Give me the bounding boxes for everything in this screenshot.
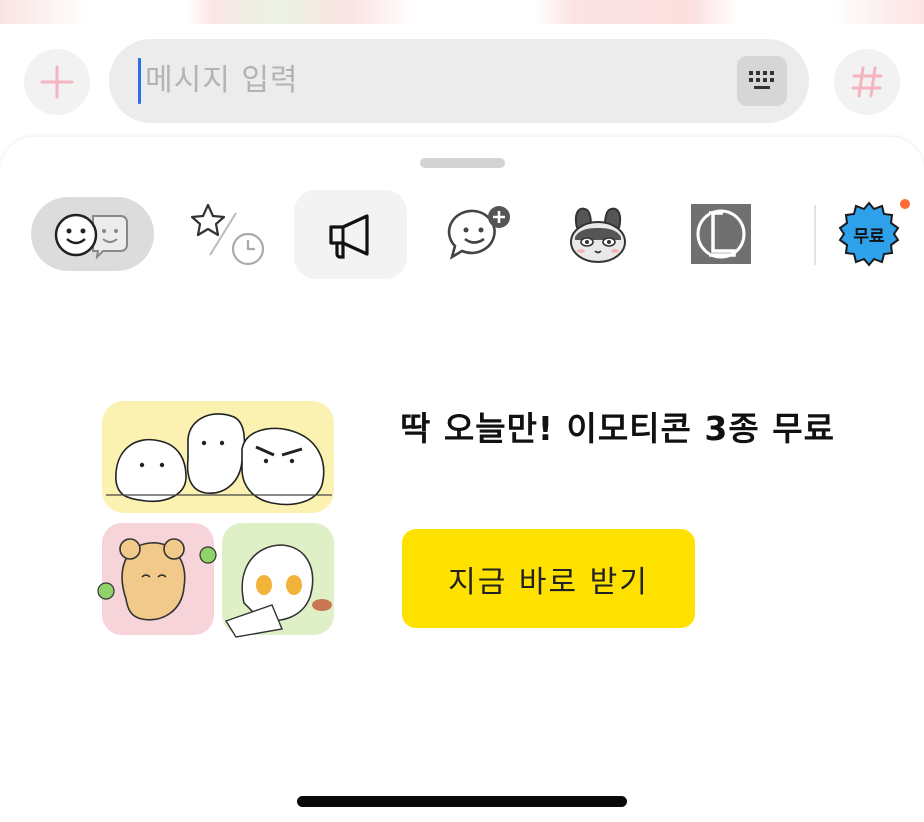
- bunny-character-icon: [570, 207, 626, 263]
- tab-emoticons[interactable]: [31, 197, 154, 271]
- attach-button[interactable]: [24, 49, 90, 115]
- get-now-button[interactable]: 지금 바로 받기: [402, 529, 695, 628]
- emoticon-panel: 무료 딱 오늘만! 이모티콘 3종 무료 지금 바로 받기: [0, 137, 924, 822]
- tab-free-emoticons[interactable]: 무료: [832, 197, 906, 271]
- message-input[interactable]: 메시지 입력: [109, 39, 809, 123]
- keyboard-icon: [749, 71, 774, 89]
- tab-add-emoticon[interactable]: [440, 199, 516, 269]
- hashtag-search-button[interactable]: [834, 49, 900, 115]
- tab-emoticon-pack-league[interactable]: [686, 199, 756, 269]
- promo-emoticon-preview: [96, 399, 340, 639]
- tab-emoticon-pack-bunny[interactable]: [560, 199, 636, 271]
- tab-favorites-recent[interactable]: [182, 199, 272, 269]
- league-logo-icon: [691, 204, 751, 264]
- chat-background-strip: [0, 0, 924, 24]
- plus-icon: [40, 65, 74, 99]
- message-input-placeholder: 메시지 입력: [145, 63, 299, 98]
- notification-dot: [900, 199, 910, 209]
- text-cursor: [138, 58, 141, 104]
- add-emoticon-icon: [447, 206, 510, 260]
- tab-announcements[interactable]: [294, 190, 407, 279]
- keyboard-toggle-button[interactable]: [737, 56, 787, 106]
- tab-divider: [814, 205, 816, 265]
- panel-drag-handle[interactable]: [420, 158, 505, 168]
- free-badge-label: 무료: [853, 226, 885, 247]
- home-indicator[interactable]: [297, 796, 627, 807]
- favorites-recent-icon: [190, 203, 265, 266]
- message-input-bar: 메시지 입력: [0, 24, 924, 140]
- hashtag-icon: [851, 66, 883, 98]
- megaphone-icon: [328, 213, 369, 259]
- promo-title: 딱 오늘만! 이모티콘 3종 무료: [400, 409, 835, 448]
- emoticons-icon: [54, 213, 128, 259]
